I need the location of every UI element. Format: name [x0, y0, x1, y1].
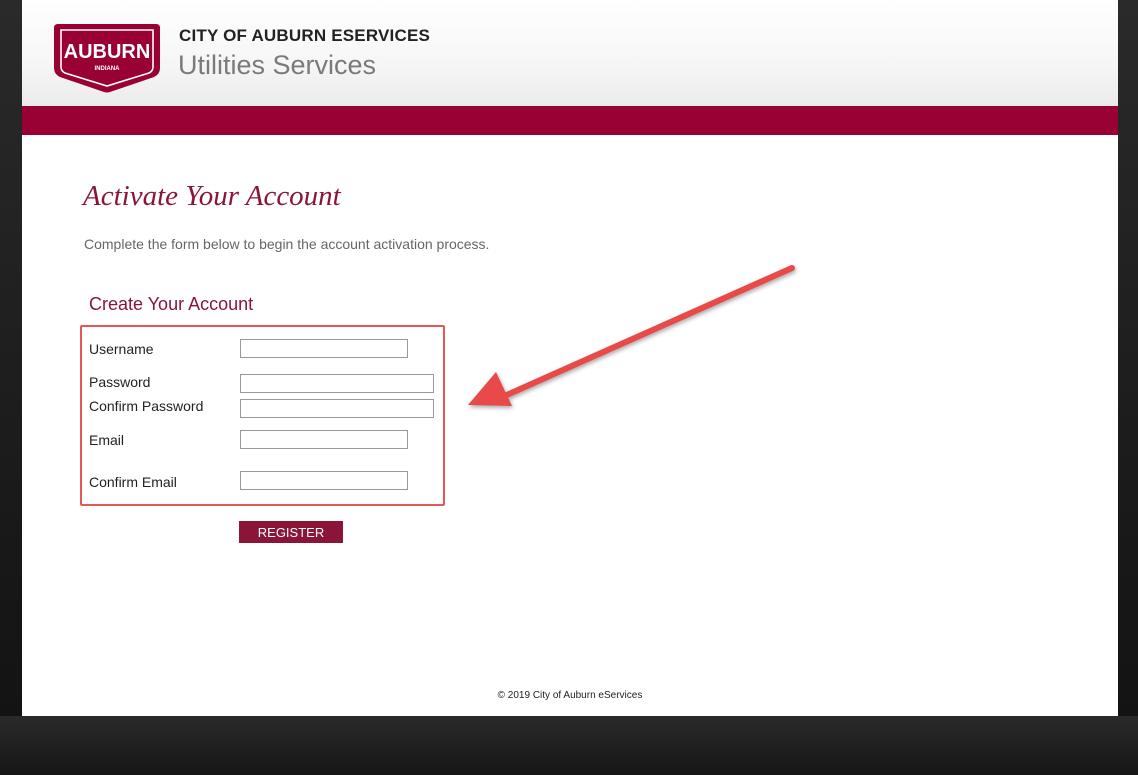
- window-frame-bottom: [0, 716, 1138, 775]
- username-input[interactable]: [240, 339, 408, 358]
- site-title: CITY OF AUBURN ESERVICES: [179, 26, 431, 45]
- username-label: Username: [89, 341, 154, 357]
- confirm-password-input[interactable]: [240, 399, 434, 418]
- confirm-email-label: Confirm Email: [89, 474, 177, 490]
- confirm-password-label: Confirm Password: [89, 398, 204, 414]
- logo-subtext: INDIANA: [95, 66, 121, 72]
- site-subtitle: Utilities Services: [178, 50, 377, 80]
- header-accent-bar: [22, 106, 1118, 135]
- intro-text: Complete the form below to begin the acc…: [84, 236, 490, 252]
- section-title: Create Your Account: [89, 294, 254, 314]
- page-title: Activate Your Account: [83, 180, 341, 212]
- register-button[interactable]: REGISTER: [239, 521, 343, 543]
- confirm-email-input[interactable]: [240, 471, 408, 490]
- site-header: AUBURN INDIANA CITY OF AUBURN ESERVICES …: [22, 0, 1118, 106]
- window-frame-left: [0, 0, 22, 775]
- email-label: Email: [89, 432, 125, 448]
- footer-copyright: © 2019 City of Auburn eServices: [497, 690, 643, 701]
- logo-text: AUBURN: [64, 41, 151, 63]
- page: AUBURN INDIANA CITY OF AUBURN ESERVICES …: [22, 0, 1118, 716]
- auburn-logo[interactable]: AUBURN INDIANA: [52, 22, 162, 94]
- password-label: Password: [89, 374, 151, 390]
- email-input[interactable]: [240, 430, 408, 449]
- arrow-icon: [468, 265, 795, 406]
- window-frame-right: [1118, 0, 1138, 775]
- password-input[interactable]: [240, 374, 434, 393]
